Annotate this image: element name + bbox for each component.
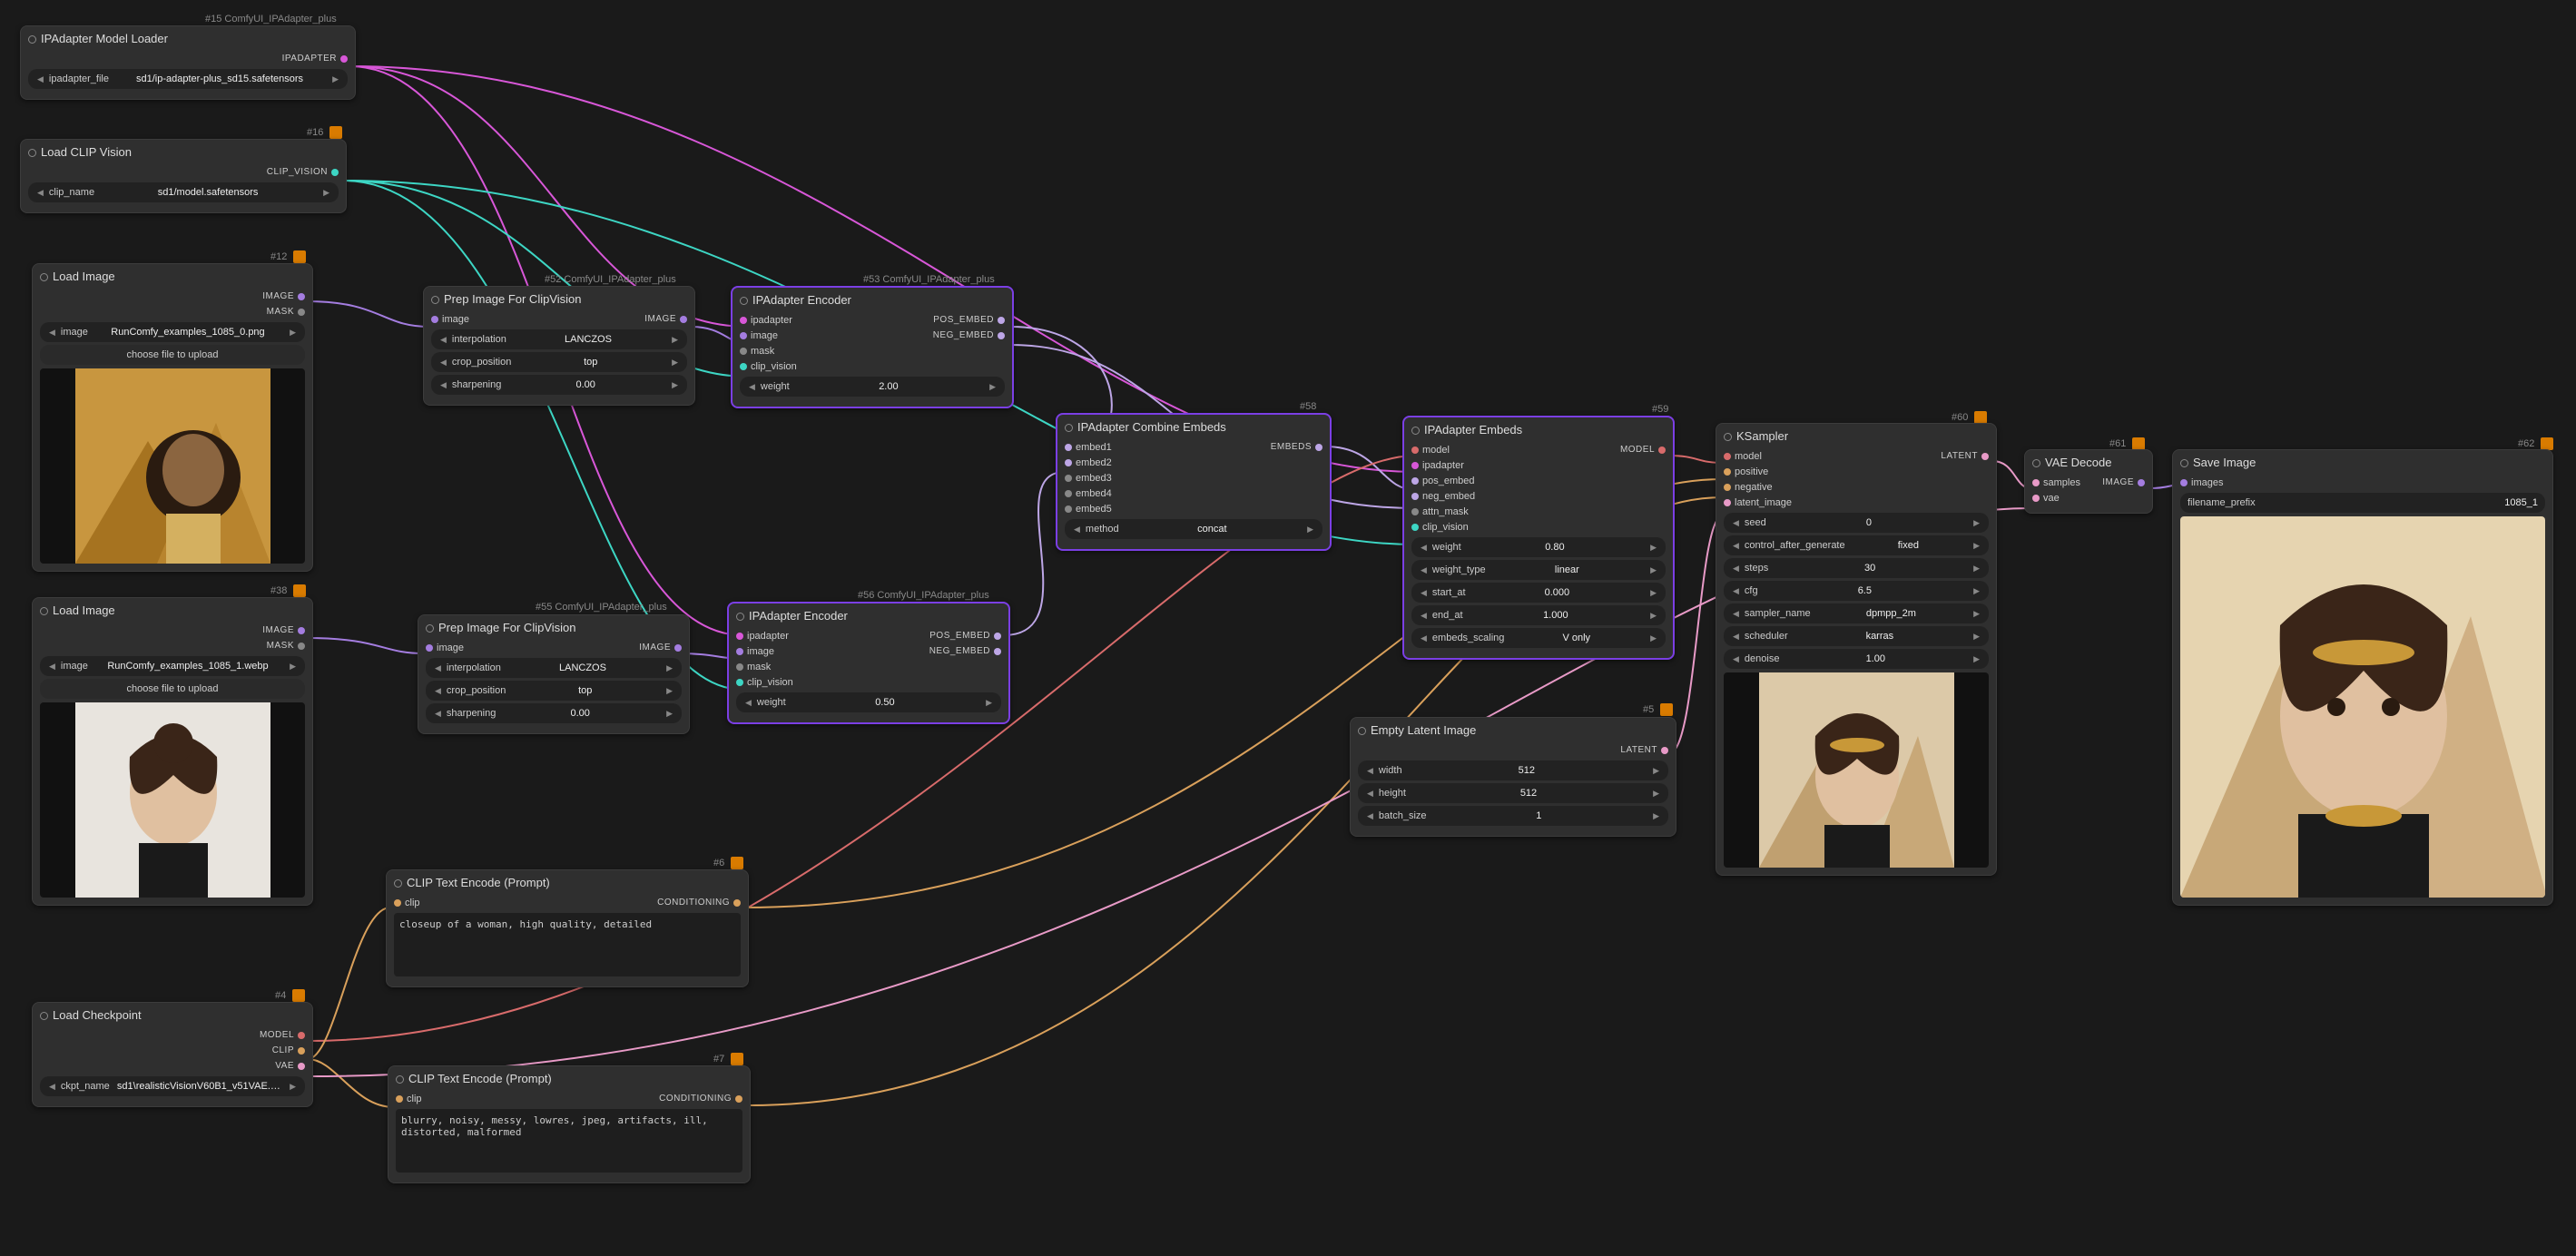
flame-icon <box>731 857 743 869</box>
node-title: Load Checkpoint <box>53 1008 142 1022</box>
flame-icon <box>2132 437 2145 450</box>
node-ksampler[interactable]: KSampler modelLATENT positive negative l… <box>1716 423 1997 876</box>
prompt-text[interactable]: closeup of a woman, high quality, detail… <box>394 913 741 976</box>
node-tag-52: #52 ComfyUI_IPAdapter_plus <box>545 274 676 285</box>
node-title: IPAdapter Embeds <box>1424 423 1522 437</box>
node-tag-38: #38 <box>270 584 306 597</box>
flame-icon <box>2541 437 2553 450</box>
node-tag-59: #59 <box>1652 404 1668 415</box>
node-title: CLIP Text Encode (Prompt) <box>407 876 550 889</box>
node-tag-62: #62 <box>2518 437 2553 450</box>
node-save-image[interactable]: Save Image images filename_prefix1085_1 <box>2172 449 2553 906</box>
node-clip-text-positive[interactable]: CLIP Text Encode (Prompt) clipCONDITIONI… <box>386 869 749 987</box>
node-tag-16: #16 <box>307 126 342 139</box>
flame-icon <box>1660 703 1673 716</box>
node-prep-image-a[interactable]: Prep Image For ClipVision imageIMAGE ◀in… <box>423 286 695 406</box>
port-mask[interactable] <box>298 643 305 650</box>
node-ipadapter-embeds[interactable]: IPAdapter Embeds modelMODEL ipadapter po… <box>1402 416 1675 660</box>
port-vae[interactable] <box>298 1063 305 1070</box>
port-ipadapter[interactable] <box>340 55 348 63</box>
node-prep-image-b[interactable]: Prep Image For ClipVision imageIMAGE ◀in… <box>418 614 690 734</box>
node-title: IPAdapter Encoder <box>752 293 851 307</box>
node-empty-latent-image[interactable]: Empty Latent Image LATENT ◀width512▶ ◀he… <box>1350 717 1676 837</box>
node-load-image-b[interactable]: Load Image IMAGE MASK ◀imageRunComfy_exa… <box>32 597 313 906</box>
node-tag-53: #53 ComfyUI_IPAdapter_plus <box>863 274 995 285</box>
flame-icon <box>731 1053 743 1065</box>
flame-icon <box>329 126 342 139</box>
node-load-checkpoint[interactable]: Load Checkpoint MODEL CLIP VAE ◀ckpt_nam… <box>32 1002 313 1107</box>
node-tag-7: #7 <box>713 1053 743 1065</box>
node-tag-55: #55 ComfyUI_IPAdapter_plus <box>536 602 667 613</box>
ckpt-name-widget[interactable]: ◀ckpt_namesd1\realisticVisionV60B1_v51VA… <box>40 1076 305 1096</box>
node-tag-15: #15 ComfyUI_IPAdapter_plus <box>205 14 337 25</box>
image-preview <box>1724 672 1989 868</box>
node-clip-text-negative[interactable]: CLIP Text Encode (Prompt) clipCONDITIONI… <box>388 1065 751 1183</box>
node-ipadapter-model-loader[interactable]: IPAdapter Model Loader IPADAPTER ◀ipadap… <box>20 25 356 100</box>
node-tag-5: #5 <box>1643 703 1673 716</box>
node-ipadapter-encoder-a[interactable]: IPAdapter Encoder ipadapterpos_embed ima… <box>731 286 1014 408</box>
node-load-clip-vision[interactable]: Load CLIP Vision CLIP_VISION ◀clip_names… <box>20 139 347 213</box>
node-title: Save Image <box>2193 456 2256 469</box>
node-tag-6: #6 <box>713 857 743 869</box>
choose-file-button[interactable]: choose file to upload <box>40 345 305 365</box>
node-title: Load Image <box>53 603 115 617</box>
node-title: Load Image <box>53 270 115 283</box>
node-tag-58: #58 <box>1300 401 1316 412</box>
port-model[interactable] <box>298 1032 305 1039</box>
image-preview <box>40 702 305 898</box>
node-ipadapter-combine-embeds[interactable]: IPAdapter Combine Embeds embed1EMBEDS em… <box>1056 413 1332 551</box>
node-title: IPAdapter Model Loader <box>41 32 168 45</box>
choose-file-button[interactable]: choose file to upload <box>40 679 305 699</box>
image-file-widget[interactable]: ◀imageRunComfy_examples_1085_1.webp▶ <box>40 656 305 676</box>
node-tag-60: #60 <box>1952 411 1987 424</box>
node-tag-4: #4 <box>275 989 305 1002</box>
node-title: Prep Image For ClipVision <box>444 292 582 306</box>
node-vae-decode[interactable]: VAE Decode samplesIMAGE vae <box>2024 449 2153 514</box>
port-image[interactable] <box>298 293 305 300</box>
port-mask[interactable] <box>298 309 305 316</box>
node-tag-56: #56 ComfyUI_IPAdapter_plus <box>858 590 989 601</box>
image-preview <box>40 368 305 564</box>
clip-name-widget[interactable]: ◀clip_namesd1/model.safetensors▶ <box>28 182 339 202</box>
node-tag-12: #12 <box>270 250 306 263</box>
node-title: VAE Decode <box>2045 456 2111 469</box>
node-title: IPAdapter Encoder <box>749 609 848 623</box>
node-load-image-a[interactable]: Load Image IMAGE MASK ◀imageRunComfy_exa… <box>32 263 313 572</box>
port-image-in[interactable] <box>431 316 438 323</box>
node-title: IPAdapter Combine Embeds <box>1077 420 1226 434</box>
node-title: Prep Image For ClipVision <box>438 621 576 634</box>
flame-icon <box>1974 411 1987 424</box>
image-file-widget[interactable]: ◀imageRunComfy_examples_1085_0.png▶ <box>40 322 305 342</box>
port-clip[interactable] <box>298 1047 305 1055</box>
port-clip-vision[interactable] <box>331 169 339 176</box>
port-image-out[interactable] <box>680 316 687 323</box>
node-title: KSampler <box>1736 429 1788 443</box>
ipadapter-file-widget[interactable]: ◀ipadapter_filesd1/ip-adapter-plus_sd15.… <box>28 69 348 89</box>
node-ipadapter-encoder-b[interactable]: IPAdapter Encoder ipadapterpos_embed ima… <box>727 602 1010 724</box>
prompt-text[interactable]: blurry, noisy, messy, lowres, jpeg, arti… <box>396 1109 742 1173</box>
node-tag-61: #61 <box>2109 437 2145 450</box>
port-image[interactable] <box>298 627 305 634</box>
node-title: CLIP Text Encode (Prompt) <box>408 1072 552 1085</box>
flame-icon <box>293 250 306 263</box>
flame-icon <box>292 989 305 1002</box>
node-title: Empty Latent Image <box>1371 723 1476 737</box>
image-preview <box>2180 516 2545 898</box>
flame-icon <box>293 584 306 597</box>
node-title: Load CLIP Vision <box>41 145 132 159</box>
